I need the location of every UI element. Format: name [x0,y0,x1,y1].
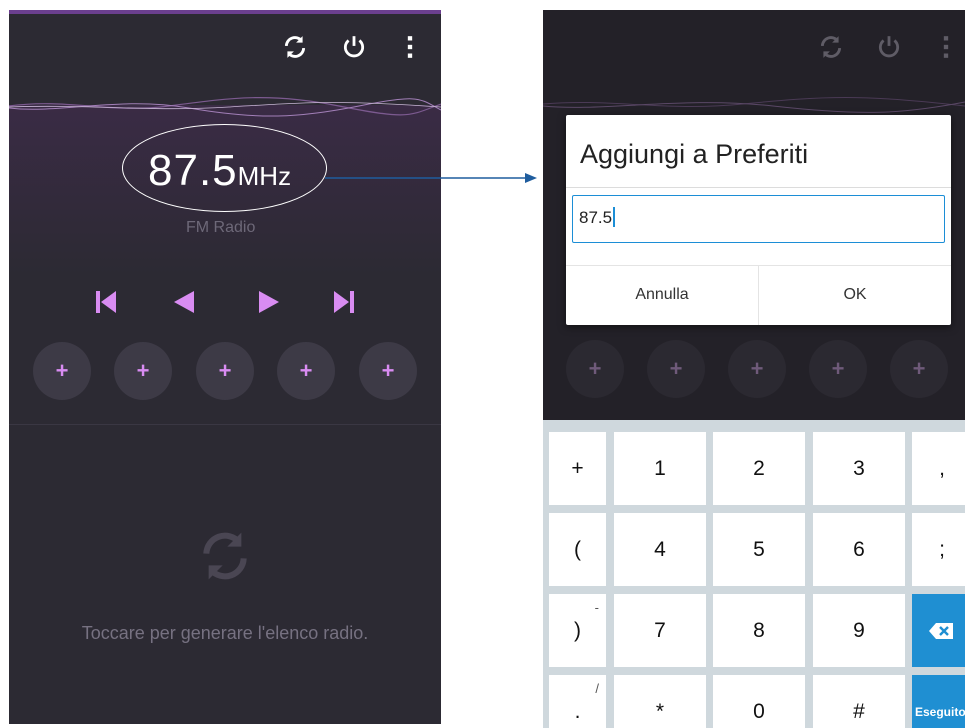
preset-button: + [647,340,705,398]
highlight-oval [122,124,327,212]
divider [9,424,441,425]
preset-button: + [809,340,867,398]
refresh-icon [820,36,842,58]
dialog-title: Aggiungi a Preferiti [580,139,809,169]
key-comma[interactable]: , [912,432,965,505]
key-7[interactable]: 7 [614,594,706,667]
key-close-paren[interactable]: ) - [549,594,606,667]
waveform-decoration [9,97,441,117]
key-8[interactable]: 8 [713,594,805,667]
add-favorite-screen: + + + + + Aggiungi a Preferiti 87.5 Annu… [543,10,965,728]
key-semicolon[interactable]: ; [912,513,965,586]
key-0[interactable]: 0 [713,675,805,728]
key-hash[interactable]: # [813,675,905,728]
preset-button[interactable]: + [277,342,335,400]
key-period[interactable]: . / [549,675,606,728]
key-9[interactable]: 9 [813,594,905,667]
station-label: FM Radio [186,219,256,236]
key-close-paren-label: ) [574,618,581,642]
generate-list-refresh-icon[interactable] [197,528,253,584]
preset-button[interactable]: + [114,342,172,400]
key-3[interactable]: 3 [813,432,905,505]
radio-screen: 87.5MHz FM Radio + + + + + Toccare per g… [9,10,441,724]
preset-button[interactable]: + [196,342,254,400]
key-slash-hint: / [595,681,599,696]
preset-button: + [566,340,624,398]
text-cursor [613,206,616,227]
overflow-menu-icon [943,36,949,58]
seek-forward-icon[interactable] [257,290,281,314]
preset-button[interactable]: + [359,342,417,400]
key-minus-hint: - [594,600,599,615]
dialog-divider [566,187,951,188]
frequency-input-value: 87.5 [579,208,613,227]
annotation-arrow [325,173,537,183]
key-period-label: . [574,699,581,723]
key-asterisk[interactable]: * [614,675,706,728]
backspace-icon [929,622,953,639]
status-accent-line [9,10,441,14]
key-4[interactable]: 4 [614,513,706,586]
add-favorite-dialog: Aggiungi a Preferiti 87.5 Annulla OK [566,115,951,325]
seek-back-icon[interactable] [172,290,196,314]
key-6[interactable]: 6 [813,513,905,586]
cancel-button[interactable]: Annulla [566,265,758,325]
generate-list-hint[interactable]: Toccare per generare l'elenco radio. [9,623,441,644]
skip-next-icon[interactable] [332,290,356,314]
key-5[interactable]: 5 [713,513,805,586]
preset-button[interactable]: + [33,342,91,400]
power-icon[interactable] [341,34,367,60]
numeric-keyboard: + 1 2 3 , ( 4 5 6 ; ) - 7 8 9 . / * 0 # Es… [543,420,965,728]
overflow-menu-icon[interactable] [397,34,423,60]
frequency-input[interactable]: 87.5 [572,195,945,243]
skip-previous-icon[interactable] [94,290,118,314]
ok-button[interactable]: OK [759,265,951,325]
key-open-paren[interactable]: ( [549,513,606,586]
key-done[interactable]: Eseguito [912,675,965,728]
key-plus[interactable]: + [549,432,606,505]
key-2[interactable]: 2 [713,432,805,505]
key-backspace[interactable] [912,594,965,667]
key-1[interactable]: 1 [614,432,706,505]
preset-button: + [728,340,786,398]
power-icon [878,36,900,58]
refresh-icon[interactable] [282,34,308,60]
preset-button: + [890,340,948,398]
